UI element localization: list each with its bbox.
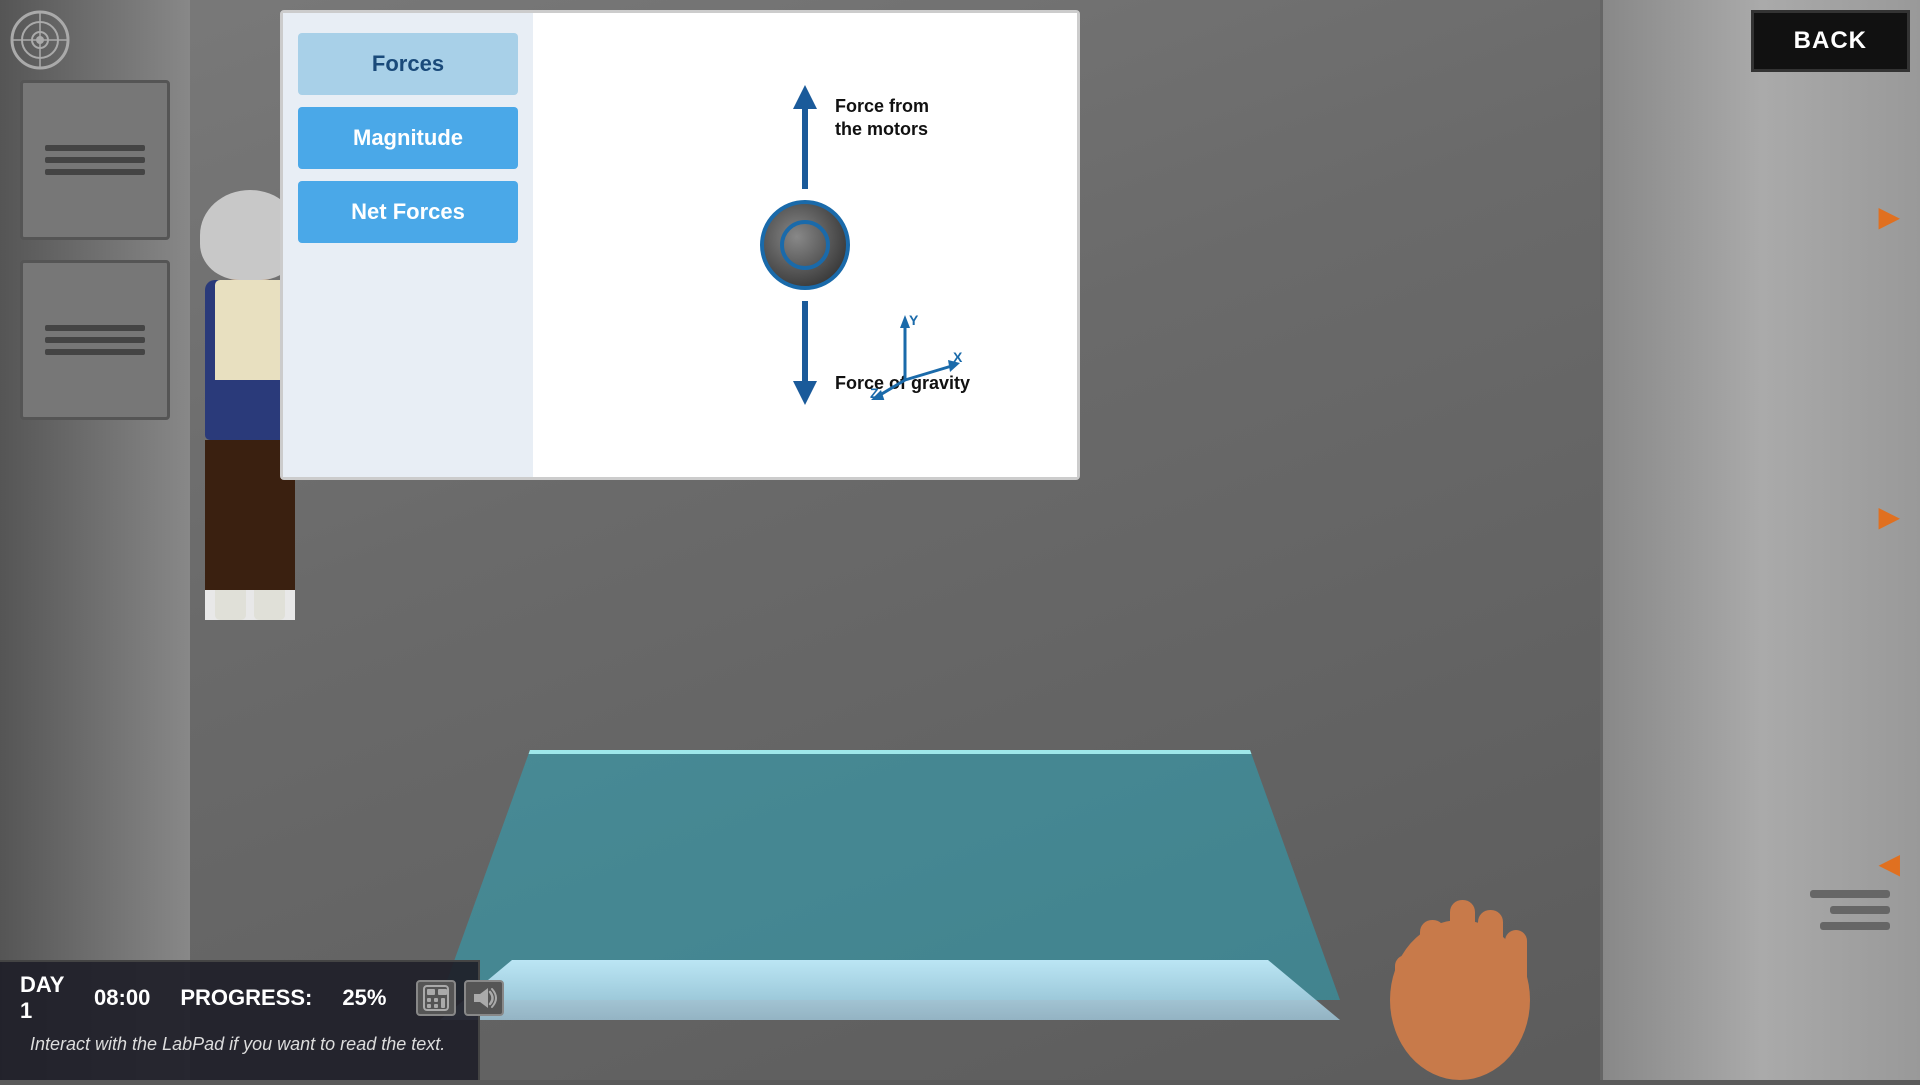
app-logo [10, 10, 70, 70]
net-forces-button[interactable]: Net Forces [298, 181, 518, 243]
right-arrow-top: ▶ [1878, 200, 1900, 233]
right-arrow-mid: ▶ [1878, 500, 1900, 533]
coordinate-axes: Y X Z [865, 310, 965, 405]
hud-time: 08:00 [94, 985, 150, 1011]
right-arrow-bottom: ◀ [1878, 847, 1900, 880]
whiteboard-content: Force fromthe motors Force of gravity [533, 13, 1077, 477]
orange-arrow-mid-icon: ▶ [1878, 501, 1900, 532]
svg-text:Z: Z [870, 385, 879, 400]
hud-bar: DAY 1 08:00 PROGRESS: 25% [0, 960, 480, 1080]
char-head [215, 200, 285, 280]
whiteboard-panel: Forces Magnitude Net Forces Force fromth… [280, 10, 1080, 480]
arrow-down [793, 301, 817, 405]
back-button[interactable]: BACK [1751, 10, 1910, 72]
detail-line-1 [1810, 890, 1890, 898]
player-hand [1360, 780, 1560, 1080]
arrowhead-down-icon [793, 381, 817, 405]
char-leg-left [215, 440, 246, 590]
svg-text:Y: Y [909, 312, 919, 328]
locker-line [45, 169, 145, 175]
forces-button[interactable]: Forces [298, 33, 518, 95]
hud-progress-label: PROGRESS: [180, 985, 312, 1011]
drone-diagram: Force fromthe motors Force of gravity [615, 55, 995, 435]
orange-arrow-bottom-icon: ◀ [1878, 848, 1900, 879]
hud-top-row: DAY 1 08:00 PROGRESS: 25% [20, 972, 458, 1024]
arrow-shaft-down [802, 301, 808, 381]
drone-ring [780, 220, 830, 270]
right-panel: ▶ ▶ ◀ [1600, 0, 1920, 1080]
svg-text:X: X [953, 349, 963, 365]
locker-top [20, 80, 170, 240]
detail-lines-container [1810, 890, 1890, 930]
locker-line [45, 325, 145, 331]
drone-body [760, 200, 850, 290]
hud-day: DAY 1 [20, 972, 64, 1024]
locker-line [45, 337, 145, 343]
hud-icons [416, 980, 504, 1016]
orange-arrow-icon: ▶ [1878, 201, 1900, 232]
locker-line [45, 349, 145, 355]
locker-bottom [20, 260, 170, 420]
locker-line [45, 145, 145, 151]
arrow-shaft-up [802, 109, 808, 189]
detail-line-3 [1820, 922, 1890, 930]
arrow-up [793, 85, 817, 189]
volume-icon[interactable] [464, 980, 504, 1016]
whiteboard-sidebar: Forces Magnitude Net Forces [283, 13, 533, 477]
label-force-motors: Force fromthe motors [835, 95, 929, 142]
table-rim [440, 960, 1340, 1020]
hud-instruction-text: Interact with the LabPad if you want to … [20, 1032, 458, 1057]
char-shirt [215, 280, 285, 380]
arrowhead-up-icon [793, 85, 817, 109]
hud-progress-value: 25% [342, 985, 386, 1011]
detail-line-2 [1830, 906, 1890, 914]
locker-line [45, 157, 145, 163]
calculator-icon[interactable] [416, 980, 456, 1016]
magnitude-button[interactable]: Magnitude [298, 107, 518, 169]
